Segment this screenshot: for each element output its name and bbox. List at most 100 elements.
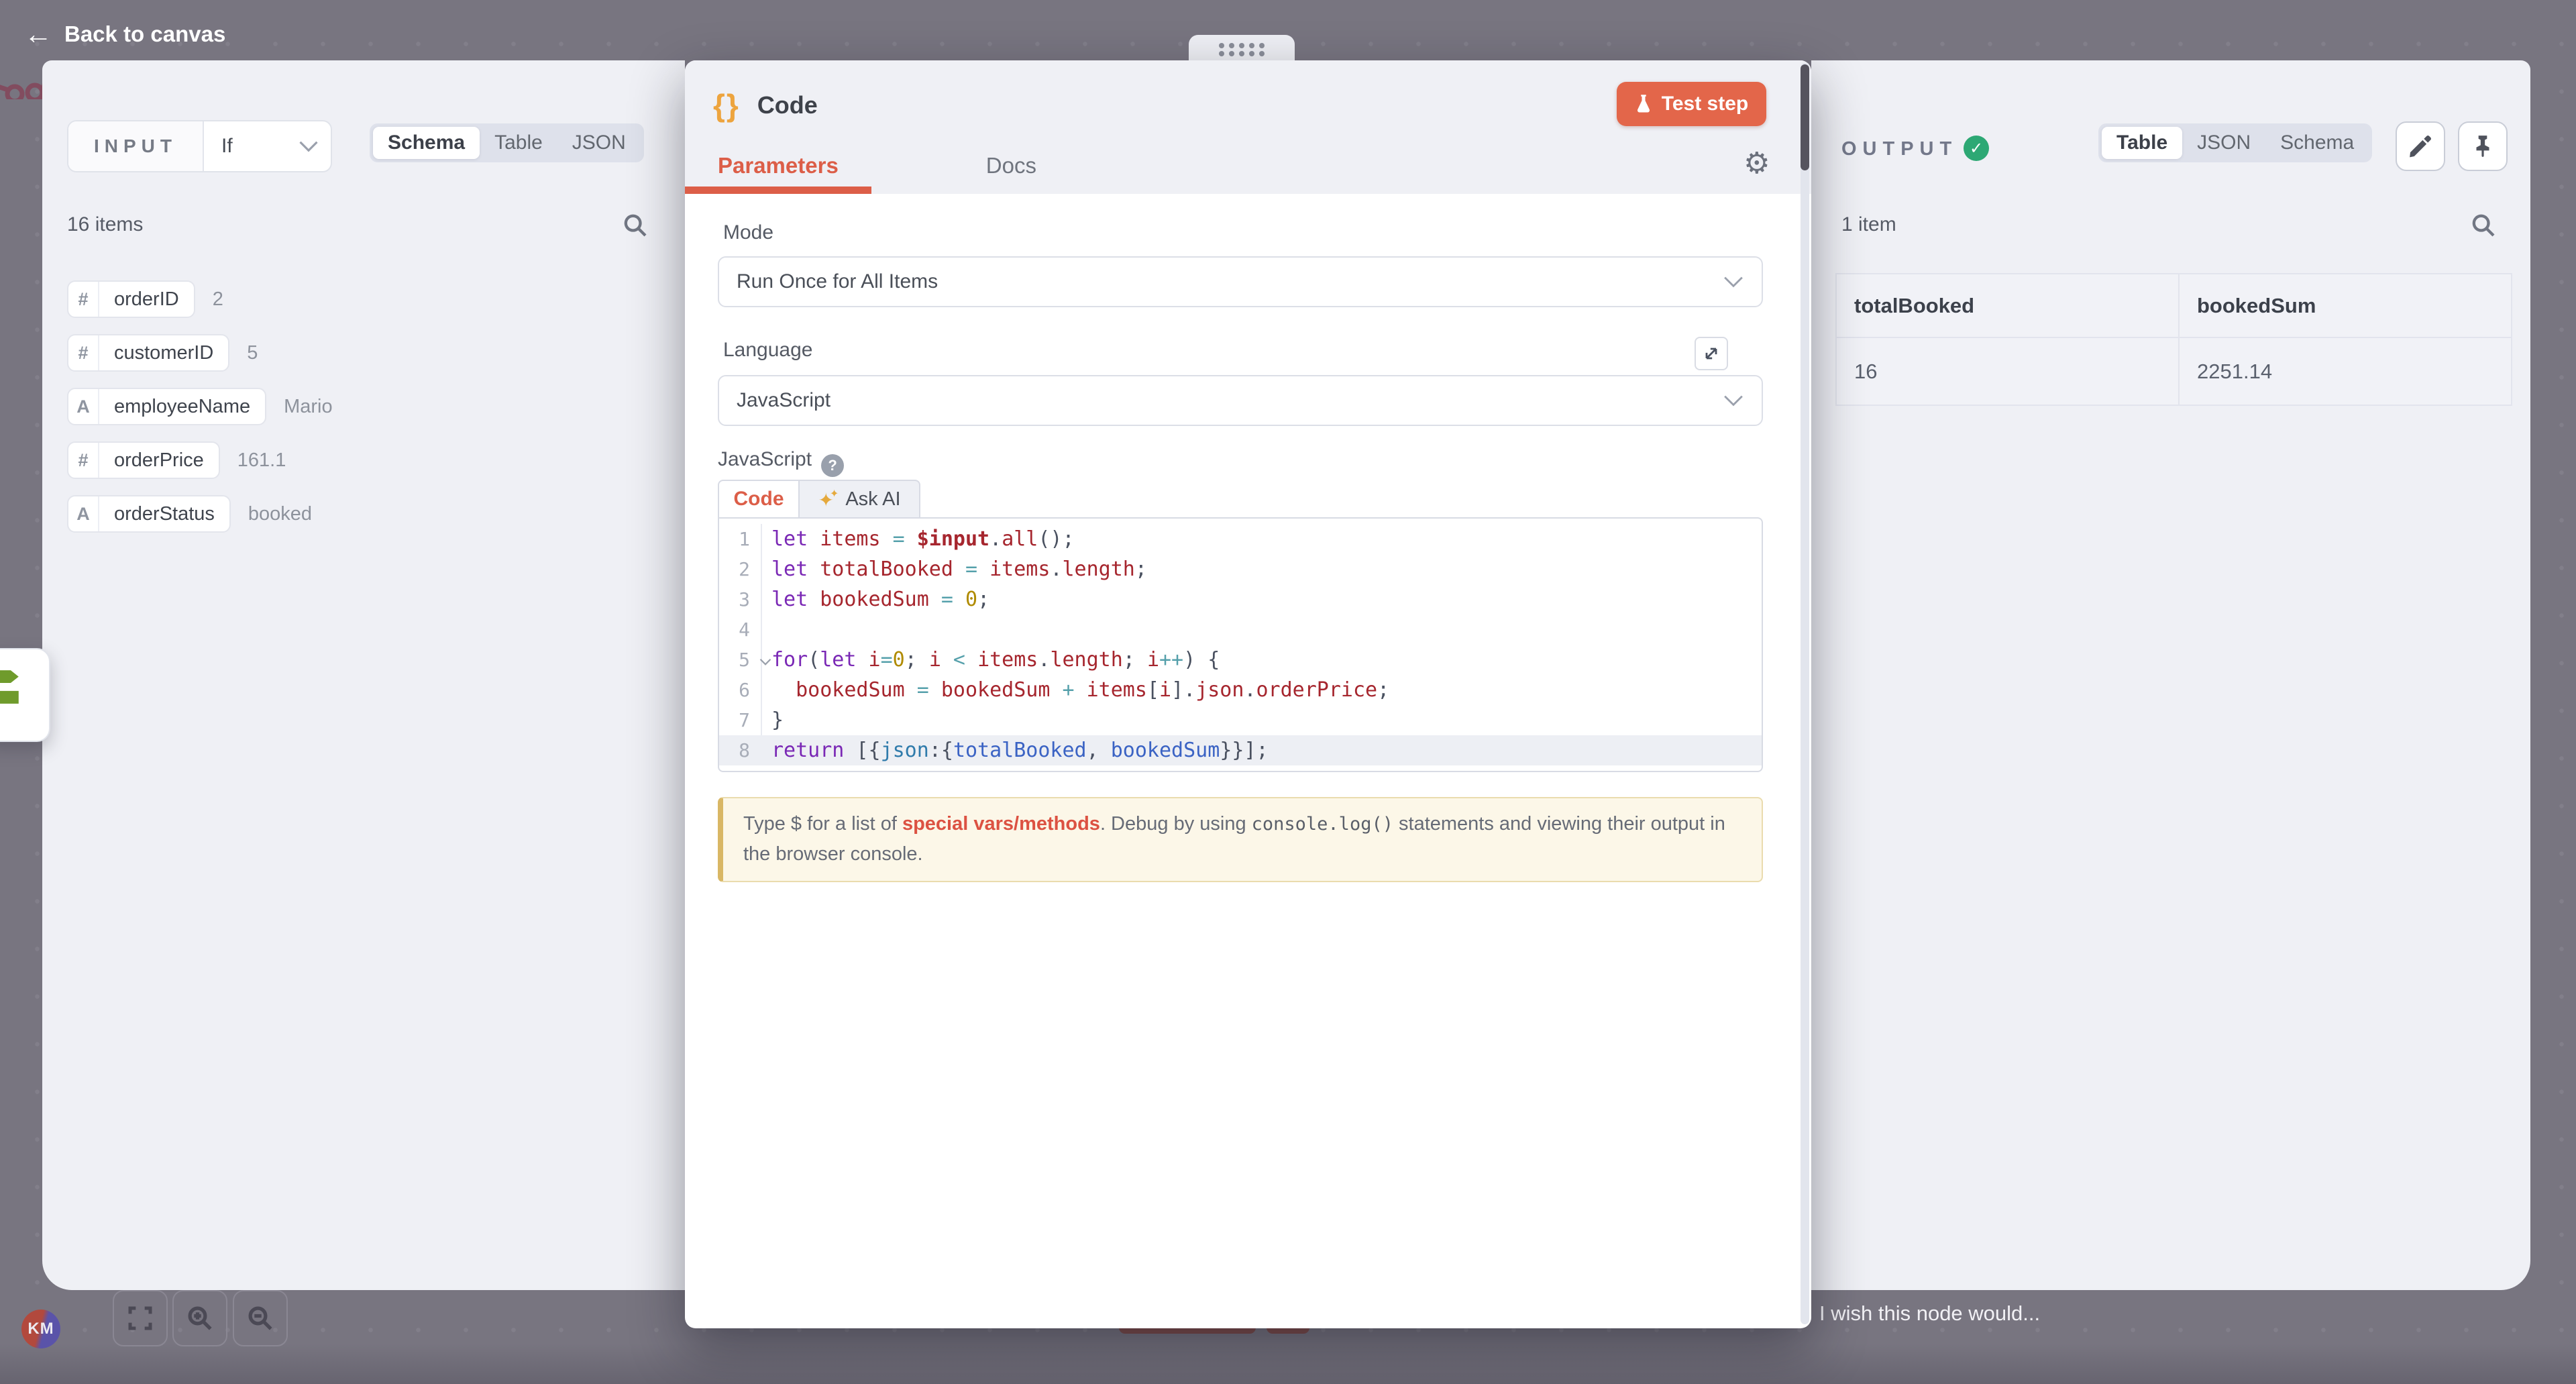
code-line: 5 for(let i=0; i < items.length; i++) {	[719, 645, 1762, 675]
column-header: totalBooked	[1837, 274, 2178, 338]
output-search-icon[interactable]	[2470, 212, 2497, 239]
schema-field-pill[interactable]: # orderPrice	[67, 441, 220, 479]
language-label: Language	[723, 339, 812, 362]
output-panel-title: OUTPUT	[1841, 138, 1957, 160]
sparkles-icon: ✦✦	[818, 489, 839, 510]
help-icon[interactable]: ?	[821, 454, 844, 477]
test-step-button[interactable]: Test step	[1617, 82, 1766, 126]
edit-output-button[interactable]	[2396, 121, 2445, 171]
schema-field-value: 161.1	[237, 449, 286, 472]
fold-chevron-icon[interactable]	[759, 658, 771, 666]
code-line: 7}	[719, 705, 1762, 735]
number-type-icon: #	[68, 335, 99, 370]
input-search-icon[interactable]	[622, 212, 649, 239]
code-line: 4	[719, 615, 1762, 645]
number-type-icon: #	[68, 282, 99, 317]
input-items-count: 16 items	[67, 213, 143, 236]
node-feedback-prompt[interactable]: I wish this node would...	[1788, 1301, 2040, 1326]
zoom-in-icon	[186, 1304, 214, 1332]
schema-row: # orderID 2	[67, 280, 223, 318]
active-tab-underline	[685, 187, 871, 194]
schema-field-value: Mario	[284, 396, 333, 418]
chevron-down-icon	[1723, 394, 1744, 407]
flask-icon	[1635, 94, 1652, 114]
input-panel: INPUT If Schema Table JSON 16 items # or…	[42, 60, 685, 1290]
zoom-out-button[interactable]	[233, 1290, 288, 1346]
input-display-mode-tabs: Schema Table JSON	[370, 123, 644, 162]
input-panel-title: INPUT	[68, 121, 204, 171]
pin-icon	[2470, 134, 2496, 159]
modal-scrollbar[interactable]	[1801, 63, 1809, 1324]
fit-view-button[interactable]	[113, 1290, 168, 1346]
test-step-label: Test step	[1662, 93, 1748, 115]
tab-output-json[interactable]: JSON	[2182, 127, 2265, 159]
output-table-row: 16 2251.14	[1837, 338, 2511, 405]
schema-field-value: 5	[247, 342, 258, 364]
code-editor[interactable]: 1let items = $input.all(); 2let totalBoo…	[718, 517, 1763, 772]
tab-code[interactable]: Code	[718, 480, 798, 517]
input-source-select[interactable]: INPUT If	[67, 120, 332, 172]
cell-totalBooked: 16	[1837, 338, 2178, 405]
schema-field-value: booked	[248, 503, 312, 525]
arrow-left-icon: ←	[24, 20, 52, 48]
schema-field-pill[interactable]: A employeeName	[67, 388, 266, 425]
tab-input-schema[interactable]: Schema	[373, 127, 480, 159]
schema-field-pill[interactable]: # customerID	[67, 334, 229, 372]
if-node-badge[interactable]	[0, 648, 50, 742]
schema-row: # customerID 5	[67, 334, 258, 372]
special-vars-link[interactable]: special vars/methods	[902, 813, 1100, 835]
input-source-node-name: If	[221, 135, 233, 158]
n8n-node-details-view: ← Back to canvas KM	[0, 0, 2576, 1384]
javascript-field-label: JavaScript?	[718, 448, 844, 477]
number-type-icon: #	[68, 443, 99, 478]
user-avatar[interactable]: KM	[21, 1310, 60, 1348]
zoom-out-icon	[246, 1304, 274, 1332]
output-display-mode-tabs: Table JSON Schema	[2098, 123, 2372, 162]
schema-row: A orderStatus booked	[67, 495, 312, 533]
tab-ask-ai[interactable]: ✦✦ Ask AI	[798, 480, 920, 517]
if-node-icon	[0, 666, 27, 726]
expand-editor-button[interactable]	[1695, 337, 1728, 370]
schema-field-value: 2	[213, 288, 223, 311]
tab-output-schema[interactable]: Schema	[2265, 127, 2369, 159]
code-line: 2let totalBooked = items.length;	[719, 554, 1762, 584]
pin-output-button[interactable]	[2458, 121, 2508, 171]
editor-hint-box: Type $ for a list of special vars/method…	[718, 797, 1763, 882]
output-panel: OUTPUT ✓ Table JSON Schema 1 item totalB…	[1811, 60, 2530, 1290]
tab-output-table[interactable]: Table	[2102, 127, 2182, 159]
node-settings-gear-icon[interactable]: ⚙	[1743, 146, 1770, 180]
mode-select[interactable]: Run Once for All Items	[718, 256, 1763, 307]
chevron-down-icon	[299, 140, 319, 152]
editor-tabs: Code ✦✦ Ask AI	[718, 480, 920, 517]
string-type-icon: A	[68, 496, 99, 531]
tab-input-json[interactable]: JSON	[557, 127, 641, 159]
code-line-active: 8return [{json:{totalBooked, bookedSum}}…	[719, 735, 1762, 765]
tab-docs[interactable]: Docs	[986, 153, 1036, 178]
output-table-header-row: totalBooked bookedSum	[1837, 274, 2511, 338]
schema-field-pill[interactable]: # orderID	[67, 280, 195, 318]
code-line: 3let bookedSum = 0;	[719, 584, 1762, 615]
language-select[interactable]: JavaScript	[718, 375, 1763, 426]
tab-input-table[interactable]: Table	[480, 127, 557, 159]
cell-bookedSum: 2251.14	[2178, 338, 2511, 405]
schema-row: # orderPrice 161.1	[67, 441, 286, 479]
mode-label: Mode	[723, 221, 773, 244]
success-check-icon: ✓	[1964, 136, 1989, 161]
output-items-count: 1 item	[1841, 213, 1896, 236]
node-title[interactable]: Code	[757, 91, 818, 119]
schema-row: A employeeName Mario	[67, 388, 333, 425]
pencil-icon	[2407, 133, 2434, 160]
expand-icon	[1702, 344, 1721, 363]
schema-field-pill[interactable]: A orderStatus	[67, 495, 231, 533]
tab-parameters[interactable]: Parameters	[718, 153, 839, 178]
string-type-icon: A	[68, 389, 99, 424]
node-feedback-label: I wish this node would...	[1819, 1301, 2040, 1326]
column-header: bookedSum	[2178, 274, 2511, 338]
code-line: 1let items = $input.all();	[719, 524, 1762, 554]
output-table: totalBooked bookedSum 16 2251.14	[1835, 273, 2512, 406]
back-to-canvas-label: Back to canvas	[64, 21, 225, 47]
back-to-canvas-button[interactable]: ← Back to canvas	[24, 20, 225, 48]
code-line: 6 bookedSum = bookedSum + items[i].json.…	[719, 675, 1762, 705]
zoom-in-button[interactable]	[172, 1290, 227, 1346]
chevron-down-icon	[1723, 276, 1744, 288]
